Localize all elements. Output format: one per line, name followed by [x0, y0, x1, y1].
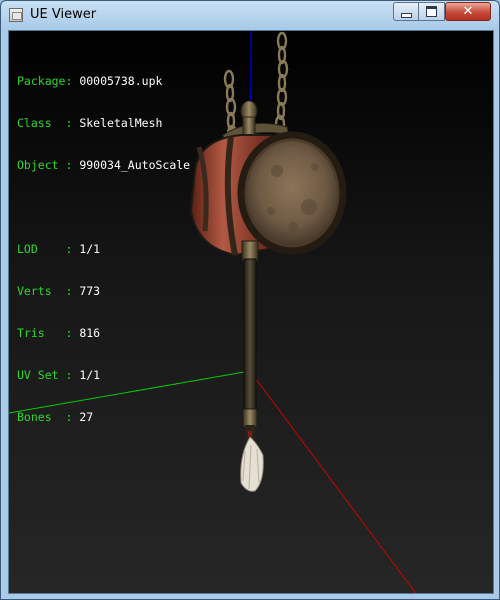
handle-collar — [241, 240, 259, 262]
title-bar[interactable]: UE Viewer ✕ — [1, 1, 499, 29]
chain-right — [274, 31, 289, 134]
info-row-class: Class : SkeletalMesh — [17, 116, 163, 130]
maximize-button[interactable] — [419, 2, 445, 21]
app-window-icon[interactable] — [9, 8, 23, 22]
info-row-verts: Verts : 773 — [17, 284, 101, 298]
close-button[interactable]: ✕ — [445, 2, 491, 21]
info-row-object: Object : 990034_AutoScale — [17, 158, 191, 172]
handle-shaft — [243, 258, 257, 410]
axis-x-line — [249, 370, 417, 593]
window-title: UE Viewer — [30, 7, 97, 22]
info-row-bones: Bones : 27 — [17, 410, 94, 424]
info-row-tris: Tris : 816 — [17, 326, 101, 340]
info-row-lod: LOD : 1/1 — [17, 242, 101, 256]
minimize-icon — [400, 12, 412, 18]
mesh-info-overlay: Package: 00005738.upk Class : SkeletalMe… — [17, 46, 190, 452]
close-icon: ✕ — [462, 4, 474, 19]
app-window: UE Viewer ✕ Package: 00005738.upk Class … — [0, 0, 500, 600]
minimize-button[interactable] — [393, 2, 419, 21]
maximize-icon — [426, 6, 437, 17]
drum-face — [237, 131, 347, 255]
info-spacer — [17, 200, 190, 214]
3d-viewport[interactable]: Package: 00005738.upk Class : SkeletalMe… — [8, 30, 494, 594]
info-row-uvset: UV Set : 1/1 — [17, 368, 101, 382]
info-row-package: Package: 00005738.upk — [17, 74, 163, 88]
